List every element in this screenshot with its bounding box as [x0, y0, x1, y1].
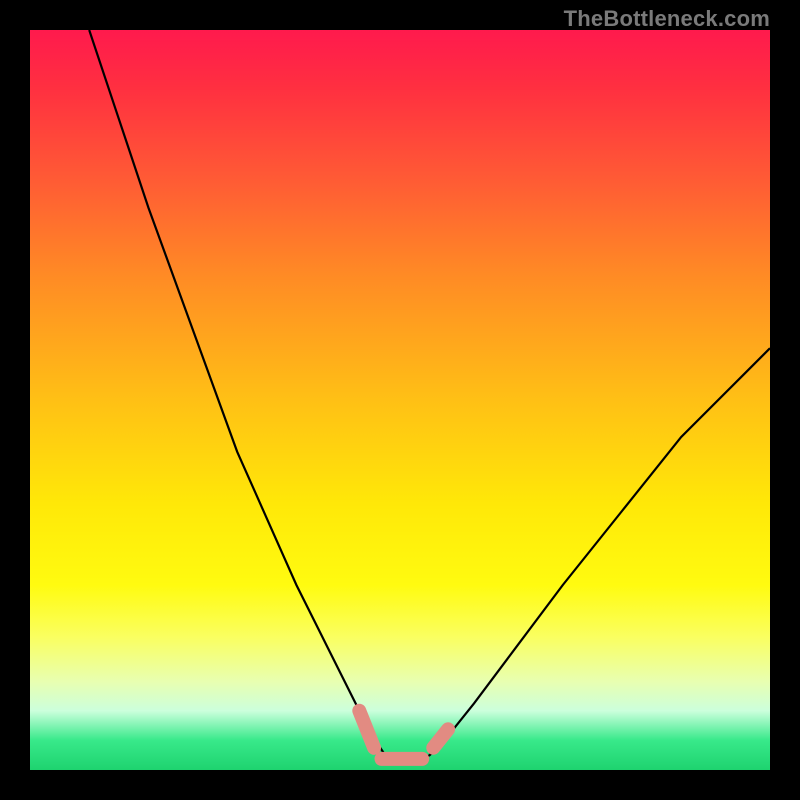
plot-area	[30, 30, 770, 770]
curve-svg	[30, 30, 770, 770]
bottleneck-curve	[89, 30, 770, 763]
marker-left	[359, 711, 374, 748]
chart-frame: TheBottleneck.com	[0, 0, 800, 800]
marker-right	[433, 729, 448, 748]
watermark-text: TheBottleneck.com	[564, 6, 770, 32]
